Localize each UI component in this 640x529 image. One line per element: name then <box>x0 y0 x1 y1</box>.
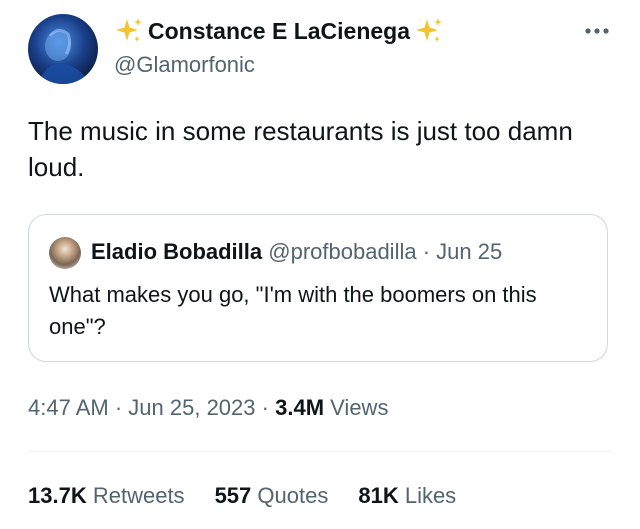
author-display-name[interactable]: Constance E LaCienega <box>114 14 444 48</box>
more-options-button[interactable] <box>580 18 614 44</box>
quoted-author-name[interactable]: Eladio Bobadilla <box>91 239 262 264</box>
quoted-tweet[interactable]: Eladio Bobadilla @profbobadilla · Jun 25… <box>28 214 608 362</box>
likes-label: Likes <box>404 483 457 508</box>
avatar[interactable] <box>28 14 98 84</box>
quoted-date[interactable]: Jun 25 <box>436 239 502 264</box>
sparkles-icon <box>116 18 142 42</box>
tweet-timestamp: 4:47 AM · Jun 25, 2023 · 3.4M Views <box>28 392 388 424</box>
sparkles-icon <box>416 18 443 42</box>
tweet-date[interactable]: Jun 25, 2023 <box>128 395 255 420</box>
views-label: Views <box>330 395 389 420</box>
engagement-stats: 13.7K Retweets 557 Quotes 81K Likes <box>28 481 456 511</box>
tweet-time[interactable]: 4:47 AM <box>28 395 109 420</box>
quoted-tweet-text: What makes you go, "I'm with the boomers… <box>49 282 537 339</box>
divider <box>28 451 612 452</box>
views-count: 3.4M <box>275 395 325 420</box>
tweet-text: The music in some restaurants is just to… <box>28 116 573 182</box>
quotes-stat[interactable]: 557 Quotes <box>215 481 329 511</box>
avatar-image <box>38 29 90 84</box>
retweets-stat[interactable]: 13.7K Retweets <box>28 481 185 511</box>
tweet-card: Constance E LaCienega @Glamorfonic The m… <box>0 0 640 529</box>
timestamp-separator: · <box>114 395 123 420</box>
author-handle[interactable]: @Glamorfonic <box>114 50 255 80</box>
likes-stat[interactable]: 81K Likes <box>358 481 456 511</box>
retweets-count: 13.7K <box>28 483 87 508</box>
quoted-author-avatar[interactable] <box>49 237 81 269</box>
quoted-author-handle[interactable]: @profbobadilla <box>268 239 416 264</box>
quoted-tweet-header: Eladio Bobadilla @profbobadilla · Jun 25 <box>91 237 502 267</box>
quotes-label: Quotes <box>257 483 329 508</box>
more-icon <box>585 28 609 34</box>
quotes-count: 557 <box>214 483 252 508</box>
likes-count: 81K <box>358 483 399 508</box>
retweets-label: Retweets <box>92 483 185 508</box>
timestamp-separator: · <box>261 395 269 420</box>
quoted-separator: · <box>422 239 431 264</box>
author-name-text: Constance E LaCienega <box>148 18 411 44</box>
